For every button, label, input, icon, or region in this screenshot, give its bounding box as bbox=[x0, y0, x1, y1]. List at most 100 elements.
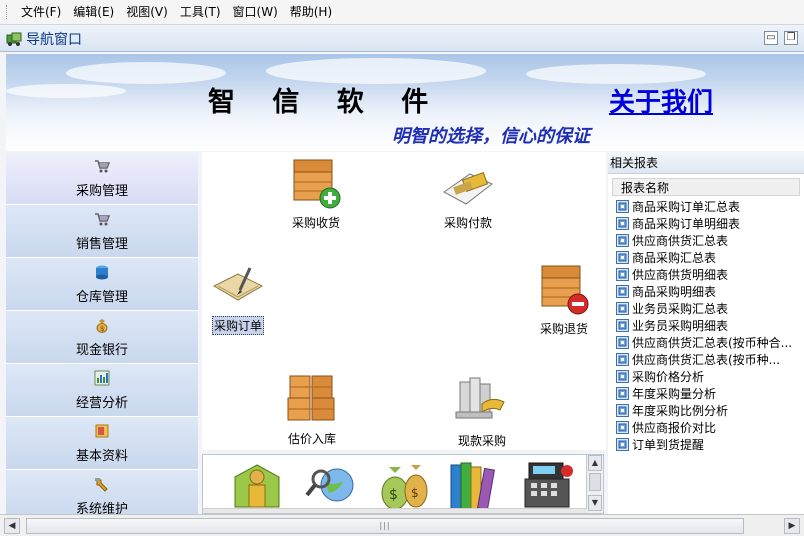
purchase-workspace: 采购收货 采购付款 采购订单 采购退货 估价入库 现款采购 bbox=[202, 152, 606, 450]
cash-purchase-button[interactable]: 现款采购 bbox=[454, 374, 510, 449]
report-list-item[interactable]: 供应商供货明细表 bbox=[616, 266, 800, 283]
report-icon bbox=[616, 353, 629, 366]
purchase-return-button[interactable]: 采购退货 bbox=[536, 262, 592, 337]
scroll-right-button[interactable]: ▶ bbox=[784, 518, 800, 534]
report-list-item[interactable]: 年度采购比例分析 bbox=[616, 402, 800, 419]
wrench-icon bbox=[95, 477, 108, 492]
report-list-item[interactable]: 采购价格分析 bbox=[616, 368, 800, 385]
report-list-item[interactable]: 供应商供货汇总表 bbox=[616, 232, 800, 249]
purchase-order-button[interactable]: 采购订单 bbox=[210, 264, 266, 335]
toolbar-grip[interactable] bbox=[6, 5, 9, 19]
svg-text:$: $ bbox=[100, 325, 104, 333]
about-us-link[interactable]: 关于我们 bbox=[609, 82, 713, 119]
report-list-item[interactable]: 商品采购订单明细表 bbox=[616, 215, 800, 232]
sidebar-item-basic-data[interactable]: 基本资料 bbox=[6, 417, 198, 470]
shortcut-horizontal-scrollbar[interactable] bbox=[203, 508, 587, 513]
report-name: 供应商报价对比 bbox=[632, 421, 717, 435]
globe-search-icon[interactable] bbox=[303, 457, 359, 514]
sidebar-item-sales[interactable]: 销售管理 bbox=[6, 205, 198, 258]
menu-tools[interactable]: 工具(T) bbox=[174, 2, 227, 22]
function-label: 现款采购 bbox=[457, 434, 506, 448]
report-icon bbox=[616, 319, 629, 332]
sidebar-item-maintenance[interactable]: 系统维护 bbox=[6, 470, 198, 514]
report-list-item[interactable]: 业务员采购汇总表 bbox=[616, 300, 800, 317]
banner: 智 信 软 件 关于我们 明智的选择，信心的保证 bbox=[6, 54, 804, 151]
report-list-item[interactable]: 供应商供货汇总表(按币种... bbox=[616, 351, 800, 368]
folder-icon bbox=[95, 424, 109, 437]
stacked-boxes-icon bbox=[287, 375, 335, 421]
brand-name: 智 信 软 件 bbox=[208, 87, 443, 118]
report-list-item[interactable]: 商品采购汇总表 bbox=[616, 249, 800, 266]
report-icon bbox=[616, 404, 629, 417]
sidebar-item-cash-bank[interactable]: $ 现金银行 bbox=[6, 311, 198, 364]
report-name: 供应商供货明细表 bbox=[632, 268, 729, 282]
report-icon bbox=[616, 217, 629, 230]
box-plus-icon bbox=[293, 159, 341, 209]
books-icon[interactable] bbox=[447, 457, 503, 514]
main-horizontal-scrollbar[interactable]: ◀ ||| ▶ bbox=[0, 514, 804, 536]
function-label: 采购订单 bbox=[211, 316, 264, 335]
report-list-item[interactable]: 商品采购订单汇总表 bbox=[616, 198, 800, 215]
menu-view[interactable]: 视图(V) bbox=[120, 2, 174, 22]
report-list-item[interactable]: 供应商报价对比 bbox=[616, 419, 800, 436]
report-list-item[interactable]: 业务员采购明细表 bbox=[616, 317, 800, 334]
report-icon bbox=[616, 387, 629, 400]
box-minus-icon bbox=[541, 265, 589, 315]
sidebar-item-warehouse[interactable]: 仓库管理 bbox=[6, 258, 198, 311]
svg-text:$: $ bbox=[411, 486, 419, 500]
report-name: 供应商供货汇总表(按币种合... bbox=[632, 336, 793, 350]
slogan-text: 明智的选择，信心的保证 bbox=[392, 126, 590, 146]
sidebar-item-purchase[interactable]: 采购管理 bbox=[6, 152, 198, 205]
report-list: 商品采购订单汇总表 商品采购订单明细表供应商供货汇总表 商品采购汇总表供应商供货明细… bbox=[616, 198, 804, 453]
cart-icon bbox=[95, 159, 110, 172]
menu-window[interactable]: 窗口(W) bbox=[227, 2, 284, 22]
window-title: 导航窗口 bbox=[26, 31, 82, 48]
navigation-window-titlebar: 导航窗口 ▭ ❐ bbox=[0, 26, 804, 52]
scroll-left-button[interactable]: ◀ bbox=[4, 518, 20, 534]
report-name: 业务员采购明细表 bbox=[632, 319, 729, 333]
scroll-thumb[interactable] bbox=[589, 473, 601, 491]
report-icon bbox=[616, 302, 629, 315]
minimize-button[interactable]: ▭ bbox=[764, 31, 778, 45]
cash-register-icon[interactable] bbox=[521, 457, 577, 514]
cart-icon bbox=[95, 212, 110, 225]
menu-file[interactable]: 文件(F) bbox=[15, 2, 67, 22]
restore-button[interactable]: ❐ bbox=[784, 31, 798, 45]
horizontal-scroll-thumb[interactable]: ||| bbox=[26, 518, 744, 534]
sidebar-item-label: 采购管理 bbox=[75, 183, 128, 199]
report-name: 订单到货提醒 bbox=[632, 438, 705, 452]
report-name: 采购价格分析 bbox=[632, 370, 705, 384]
payment-card-icon bbox=[443, 171, 493, 205]
purchase-payment-button[interactable]: 采购付款 bbox=[440, 162, 496, 231]
sidebar-item-label: 系统维护 bbox=[75, 501, 128, 515]
report-name: 业务员采购汇总表 bbox=[632, 302, 729, 316]
report-icon bbox=[616, 285, 629, 298]
menu-help[interactable]: 帮助(H) bbox=[284, 2, 338, 22]
estimated-stock-in-button[interactable]: 估价入库 bbox=[284, 372, 340, 447]
menu-edit[interactable]: 编辑(E) bbox=[67, 2, 120, 22]
report-name: 商品采购明细表 bbox=[632, 285, 717, 299]
sidebar-item-label: 仓库管理 bbox=[75, 289, 128, 305]
function-label: 采购退货 bbox=[539, 322, 588, 336]
slogan-clip: 明智的选择，信心的保证 bbox=[392, 122, 604, 146]
money-bags-icon[interactable]: $ $ bbox=[375, 457, 431, 514]
order-doc-icon bbox=[212, 267, 264, 301]
report-name-column-header[interactable]: 报表名称 bbox=[612, 178, 800, 196]
report-icon bbox=[616, 438, 629, 451]
purchase-receive-button[interactable]: 采购收货 bbox=[288, 156, 344, 231]
scroll-up-button[interactable]: ▲ bbox=[588, 455, 602, 471]
report-list-item[interactable]: 订单到货提醒 bbox=[616, 436, 800, 453]
report-list-item[interactable]: 供应商供货汇总表(按币种合... bbox=[616, 334, 800, 351]
shortcut-vertical-scrollbar[interactable]: ▲ ▼ bbox=[586, 455, 603, 513]
report-name: 商品采购订单汇总表 bbox=[632, 200, 741, 214]
user-green-icon[interactable] bbox=[229, 457, 285, 514]
report-list-item[interactable]: 商品采购明细表 bbox=[616, 283, 800, 300]
report-icon bbox=[616, 251, 629, 264]
sidebar-item-label: 经营分析 bbox=[75, 395, 128, 411]
scroll-down-button[interactable]: ▼ bbox=[588, 495, 602, 511]
report-list-item[interactable]: 年度采购量分析 bbox=[616, 385, 800, 402]
report-name: 供应商供货汇总表 bbox=[632, 234, 729, 248]
sidebar-item-analysis[interactable]: 经营分析 bbox=[6, 364, 198, 417]
function-label: 估价入库 bbox=[287, 432, 336, 446]
warehouse-icon bbox=[96, 265, 108, 279]
